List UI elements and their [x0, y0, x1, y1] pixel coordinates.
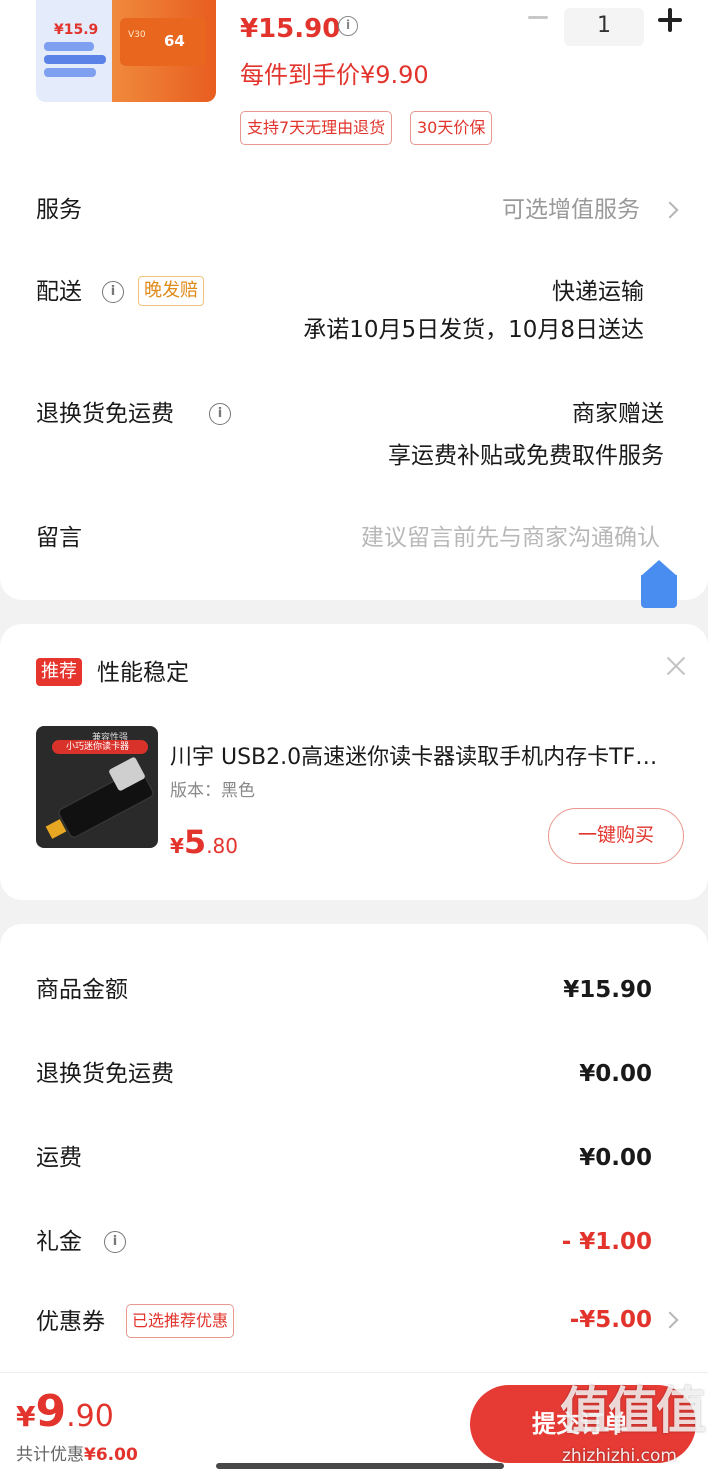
gift-info-icon[interactable]: i [104, 1231, 126, 1253]
coupon-selected-tag: 已选推荐优惠 [126, 1304, 235, 1338]
return-freight-info-icon[interactable]: i [209, 403, 231, 425]
recommend-product-version: 版本：黑色 [170, 781, 255, 801]
order-confirm-page: ¥15.9 V30 64 ¥15.90 i 1 每件到手价¥9.90 支持7天无… [0, 0, 708, 1472]
delivery-info-icon[interactable]: i [102, 281, 124, 303]
total-price: ¥9.90 [16, 1386, 114, 1437]
thumbnail-promo-panel [36, 0, 112, 102]
quantity-decrease-button[interactable] [528, 16, 548, 19]
recommend-product-thumbnail[interactable]: 兼容性强 小巧迷你读卡器 [36, 726, 158, 848]
return-freight-detail: 享运费补贴或免费取件服务 [388, 443, 664, 469]
message-input[interactable]: 建议留言前先与商家沟通确认 [361, 522, 660, 554]
close-icon[interactable] [664, 654, 688, 678]
coupon-value[interactable]: -¥5.00 [570, 1304, 652, 1336]
delivery-promise: 承诺10月5日发货，10月8日送达 [303, 317, 644, 343]
price-protection-tag: 30天价保 [410, 111, 493, 145]
price-info-icon[interactable]: i [338, 16, 358, 36]
coupon-label: 优惠券 [36, 1309, 105, 1335]
recommend-title: 性能稳定 [97, 660, 189, 686]
recommendation-card: 推荐 性能稳定 兼容性强 小巧迷你读卡器 川宇 USB2.0高速迷你读卡器读取手… [0, 624, 708, 900]
gift-label: 礼金 [36, 1229, 82, 1255]
message-label: 留言 [36, 525, 82, 551]
late-delivery-compensation-badge: 晚发赔 [138, 276, 204, 306]
final-price-per-item: 每件到手价¥9.90 [240, 61, 429, 89]
chevron-right-icon[interactable] [661, 201, 679, 219]
total-discount: 共计优惠¥6.00 [16, 1445, 138, 1465]
memory-card-image: V30 64 [120, 18, 206, 66]
checkout-bar: ¥9.90 共计优惠¥6.00 提交订单 值值值 zhizhizhi.com [0, 1372, 708, 1472]
delivery-method: 快递运输 [552, 279, 644, 305]
quantity-increase-button[interactable] [658, 8, 682, 32]
gift-value: - ¥1.00 [561, 1229, 652, 1255]
service-option-link[interactable]: 可选增值服务 [502, 194, 640, 226]
recommend-product-name[interactable]: 川宇 USB2.0高速迷你读卡器读取手机内存卡TF卡相机SD卡 [170, 742, 666, 774]
return-freight-summary-label: 退换货免运费 [36, 1061, 174, 1087]
goods-amount-label: 商品金额 [36, 977, 128, 1003]
shipping-label: 运费 [36, 1145, 82, 1171]
goods-amount-value: ¥15.90 [563, 977, 652, 1003]
recommend-badge: 推荐 [36, 658, 82, 686]
return-policy-tag: 支持7天无理由退货 [240, 111, 393, 145]
return-freight-label: 退换货免运费 [36, 401, 174, 427]
service-label: 服务 [36, 197, 82, 223]
submit-order-button[interactable]: 提交订单 [470, 1385, 696, 1463]
return-freight-provider: 商家赠送 [572, 401, 664, 427]
delivery-label: 配送 [36, 279, 82, 305]
quantity-value[interactable]: 1 [564, 8, 644, 46]
home-float-icon[interactable] [641, 560, 677, 608]
chevron-right-icon[interactable] [661, 1311, 679, 1329]
product-price: ¥15.90 [240, 14, 341, 44]
product-thumbnail[interactable]: ¥15.9 V30 64 [36, 0, 216, 102]
home-indicator[interactable] [216, 1463, 504, 1469]
shipping-value: ¥0.00 [579, 1145, 652, 1171]
order-item-card: ¥15.9 V30 64 ¥15.90 i 1 每件到手价¥9.90 支持7天无… [0, 0, 708, 600]
recommend-product-price: ¥5.80 [170, 823, 238, 861]
return-freight-summary-value: ¥0.00 [579, 1061, 652, 1087]
thumbnail-price: ¥15.9 [54, 22, 99, 38]
one-click-buy-button[interactable]: 一键购买 [548, 808, 684, 864]
